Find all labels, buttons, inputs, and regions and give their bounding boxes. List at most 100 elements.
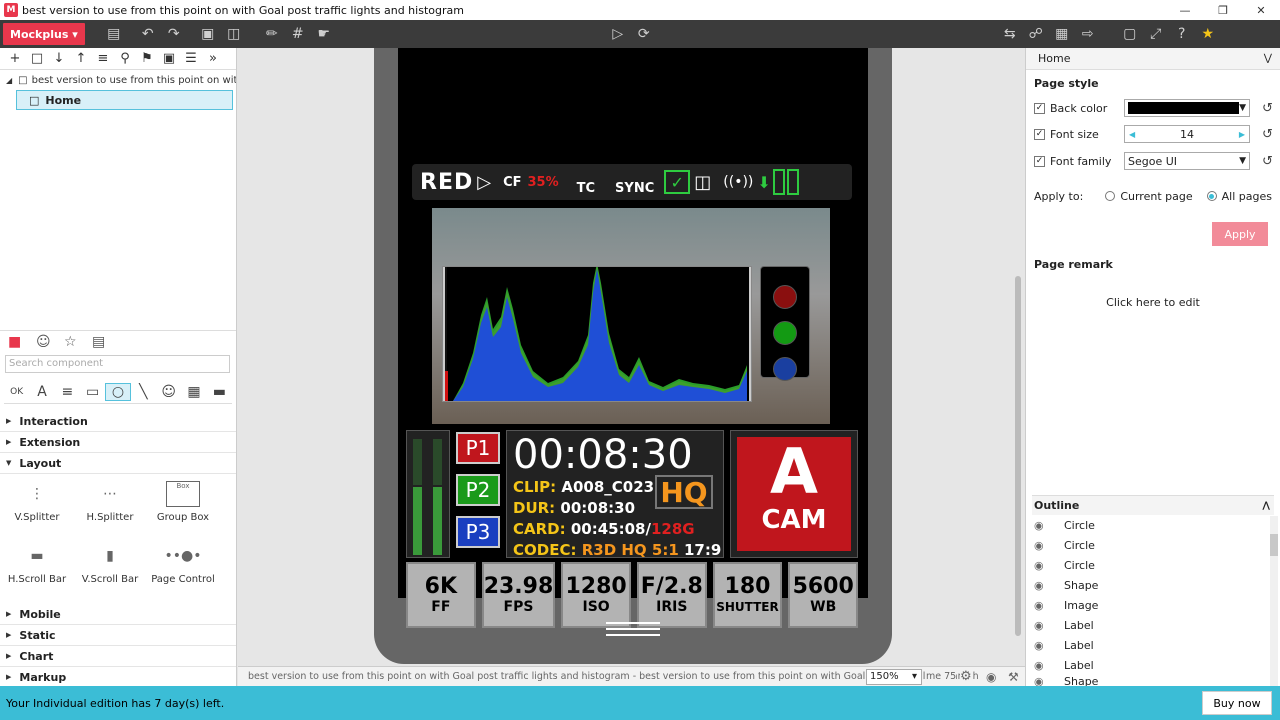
outline-scrollbar[interactable] [1270,516,1278,686]
export-icon[interactable]: ⇨ [1075,26,1101,42]
mockplus-menu-button[interactable]: Mockplus ▾ [3,23,85,45]
apply-button[interactable]: Apply [1212,222,1268,246]
category-extension[interactable]: ▶ Extension [0,432,236,453]
rectangle-shape-icon[interactable]: ▭ [80,384,105,400]
sync-icon[interactable]: ⟳ [631,26,657,42]
current-page-radio[interactable] [1105,191,1116,201]
page-remark-edit[interactable]: Click here to edit [1026,296,1280,309]
preset-p3-button[interactable]: P3 [456,516,500,548]
brush-icon[interactable]: ✏ [259,26,285,42]
eye-icon[interactable]: ◉ [1034,519,1064,532]
outline-item[interactable]: ◉ Circle [1034,515,1264,535]
swap-icon[interactable]: ⇆ [997,26,1023,42]
outline-item[interactable]: ◉ Label [1034,615,1264,635]
outline-item[interactable]: ◉ Image [1034,595,1264,615]
move-up-icon[interactable]: ↑ [70,51,92,66]
emoji-shape-icon[interactable]: ☺ [156,384,181,400]
qr-icon[interactable]: ▦ [1049,26,1075,42]
eye-icon[interactable]: ◉ [1034,559,1064,572]
list-icon[interactable]: ≡ [92,51,114,66]
font-family-checkbox[interactable]: ✓ [1034,155,1045,167]
folder-icon[interactable]: □ [26,51,48,66]
all-pages-radio[interactable] [1206,191,1217,201]
save-icon[interactable]: ▤ [101,26,127,42]
outline-item[interactable]: ◉ Circle [1034,535,1264,555]
search-input[interactable]: Search component [5,355,230,373]
groupbox-component[interactable]: Box Group Box [148,476,218,523]
font-size-stepper[interactable]: ◀ 14 ▶ [1124,125,1250,143]
window-icon[interactable]: ▢ [1117,26,1143,42]
reset-icon[interactable]: ↺ [1262,127,1273,142]
category-markup[interactable]: ▶ Markup [0,667,236,688]
close-icon[interactable]: ✕ [1242,0,1280,20]
wb-tile[interactable]: 5600 WB [788,562,859,628]
add-icon[interactable]: + [4,51,26,66]
copy-icon[interactable]: ▣ [158,51,180,66]
flag-icon[interactable]: ⚑ [136,51,158,66]
search-icon[interactable]: ⚲ [114,51,136,66]
tree-root-page[interactable]: ◢ □ best version to use from this point on… [0,70,236,90]
preset-p1-button[interactable]: P1 [456,432,500,464]
reset-icon[interactable]: ↺ [1262,154,1273,169]
paragraph-shape-icon[interactable]: ≡ [55,384,80,400]
fps-tile[interactable]: 23.98 FPS [481,562,556,628]
masters-tab-icon[interactable]: ▤ [92,334,120,350]
redo-icon[interactable]: ↷ [161,26,187,42]
image-shape-icon[interactable]: ▦ [181,384,206,400]
button-shape-icon[interactable]: OK [4,387,29,397]
eye-icon[interactable]: ◉ [1034,619,1064,632]
bar-shape-icon[interactable]: ▬ [207,384,232,400]
settings-icon[interactable]: ⚙ [960,669,972,684]
outline-item[interactable]: ◉ Label [1034,655,1264,675]
interaction-icon[interactable]: ☛ [311,26,337,42]
gift-icon[interactable]: ★ [1195,26,1221,42]
vsplitter-component[interactable]: ⋮ V.Splitter [2,476,72,523]
text-shape-icon[interactable]: A [29,384,54,400]
undo-icon[interactable]: ↶ [135,26,161,42]
icons-tab-icon[interactable]: ☺ [36,334,64,350]
font-family-select[interactable]: Segoe UI ▼ [1124,152,1250,170]
category-chart[interactable]: ▶ Chart [0,646,236,667]
iris-tile[interactable]: F/2.8 IRIS [636,562,707,628]
outline-icon[interactable]: ☰ [180,51,202,66]
reset-icon[interactable]: ↺ [1262,101,1273,116]
iso-tile[interactable]: 1280 ISO [561,562,631,628]
restore-icon[interactable]: ❐ [1204,0,1242,20]
resolution-tile[interactable]: 6K FF [406,562,476,628]
play-icon[interactable]: ▷ [605,26,631,42]
grid-icon[interactable]: # [285,26,311,42]
eye-icon[interactable]: ◉ [1034,539,1064,552]
font-size-checkbox[interactable]: ✓ [1034,128,1045,140]
canvas-scrollbar[interactable] [1015,276,1021,636]
eye-icon[interactable]: ◉ [1034,675,1064,686]
category-mobile[interactable]: ▶ Mobile [0,604,236,625]
vscrollbar-component[interactable]: ▮ V.Scroll Bar [75,538,145,585]
more-icon[interactable]: » [202,51,224,66]
eye-icon[interactable]: ◉ [1034,579,1064,592]
eye-icon[interactable]: ◉ [986,669,997,684]
crop-icon[interactable]: ▣ [195,26,221,42]
buy-now-button[interactable]: Buy now [1202,691,1272,715]
move-down-icon[interactable]: ↓ [48,51,70,66]
zoom-select[interactable]: 150% ▾ [866,669,922,685]
pagecontrol-component[interactable]: ••●• Page Control [148,538,218,585]
minimize-icon[interactable]: — [1166,0,1204,20]
help-icon[interactable]: ? [1169,26,1195,42]
share-icon[interactable]: ☍ [1023,26,1049,42]
back-color-select[interactable]: ▼ [1124,99,1250,117]
design-canvas[interactable]: RED ▷ CF 35% TC SYNC ✓ ◫ ((•)) ⬇ P1 P2 P… [238,48,1025,666]
hsplitter-component[interactable]: ⋯ H.Splitter [75,476,145,523]
fullscreen-icon[interactable]: ⤢ [1143,26,1169,42]
circle-shape-icon[interactable]: ○ [105,382,131,401]
category-layout[interactable]: ▼ Layout [0,453,236,474]
shutter-tile[interactable]: 180 SHUTTER [712,562,783,628]
flip-icon[interactable]: ◫ [221,26,247,42]
eye-icon[interactable]: ◉ [1034,599,1064,612]
outline-item[interactable]: ◉ Label [1034,635,1264,655]
components-tab-icon[interactable]: ■ [8,334,36,350]
eye-icon[interactable]: ◉ [1034,639,1064,652]
outline-item[interactable]: ◉ Shape [1034,675,1264,686]
preset-p2-button[interactable]: P2 [456,474,500,506]
favorites-tab-icon[interactable]: ☆ [64,334,92,350]
eye-icon[interactable]: ◉ [1034,659,1064,672]
